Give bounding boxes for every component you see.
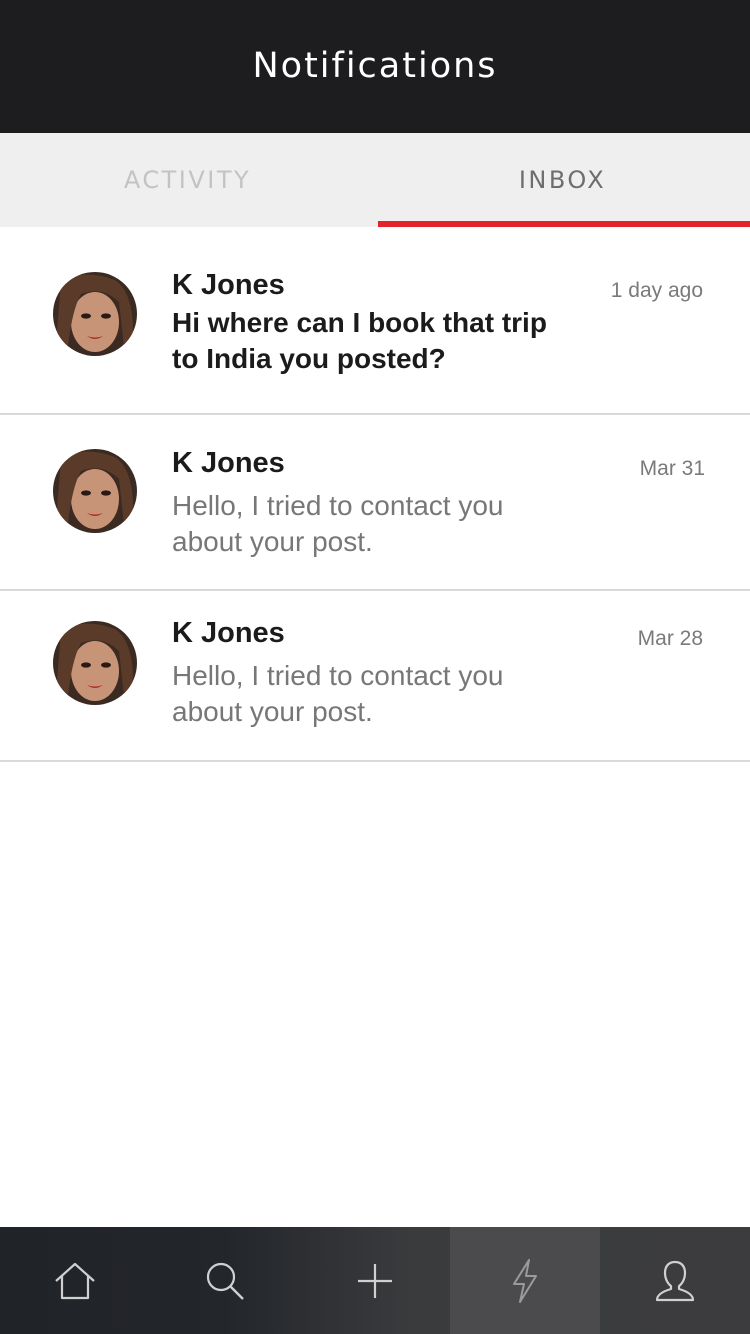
tab-inbox[interactable]: INBOX	[375, 133, 750, 227]
message-row[interactable]: K Jones Hello, I tried to contact you ab…	[0, 591, 750, 762]
message-preview: Hello, I tried to contact you about your…	[172, 490, 504, 557]
segment-tabs: ACTIVITY INBOX	[0, 133, 750, 227]
user-icon	[655, 1260, 695, 1301]
tabbar-profile[interactable]	[600, 1227, 750, 1334]
message-list: K Jones Hi where can I book that trip to…	[0, 227, 750, 762]
message-row[interactable]: K Jones Hi where can I book that trip to…	[0, 227, 750, 415]
home-icon	[55, 1262, 95, 1299]
message-sender: K Jones	[172, 617, 285, 649]
message-time: Mar 28	[637, 627, 703, 650]
lightning-icon	[513, 1258, 537, 1303]
tabbar-home[interactable]	[0, 1227, 150, 1334]
message-time: 1 day ago	[610, 279, 703, 302]
tab-activity-label: ACTIVITY	[123, 166, 252, 194]
tabbar-add[interactable]	[300, 1227, 450, 1334]
avatar	[53, 449, 137, 533]
app-screen: Notifications ACTIVITY INBOX K Jones Hi …	[0, 0, 750, 1334]
tabbar-notifications[interactable]	[450, 1227, 600, 1334]
page-title: Notifications	[252, 45, 498, 86]
tab-inbox-label: INBOX	[518, 166, 607, 194]
avatar	[53, 621, 137, 705]
message-preview: Hello, I tried to contact you about your…	[172, 660, 504, 727]
tab-activity[interactable]: ACTIVITY	[0, 133, 375, 227]
header-bar: Notifications	[0, 0, 750, 133]
message-sender: K Jones	[172, 269, 285, 301]
avatar	[53, 272, 137, 356]
plus-icon	[358, 1263, 392, 1298]
message-preview: Hi where can I book that trip to India y…	[172, 307, 547, 374]
message-sender: K Jones	[172, 447, 285, 479]
search-icon	[206, 1262, 244, 1300]
tabbar-search[interactable]	[150, 1227, 300, 1334]
message-row[interactable]: K Jones Hello, I tried to contact you ab…	[0, 415, 750, 591]
bottom-tab-bar	[0, 1227, 750, 1334]
message-time: Mar 31	[639, 457, 705, 480]
